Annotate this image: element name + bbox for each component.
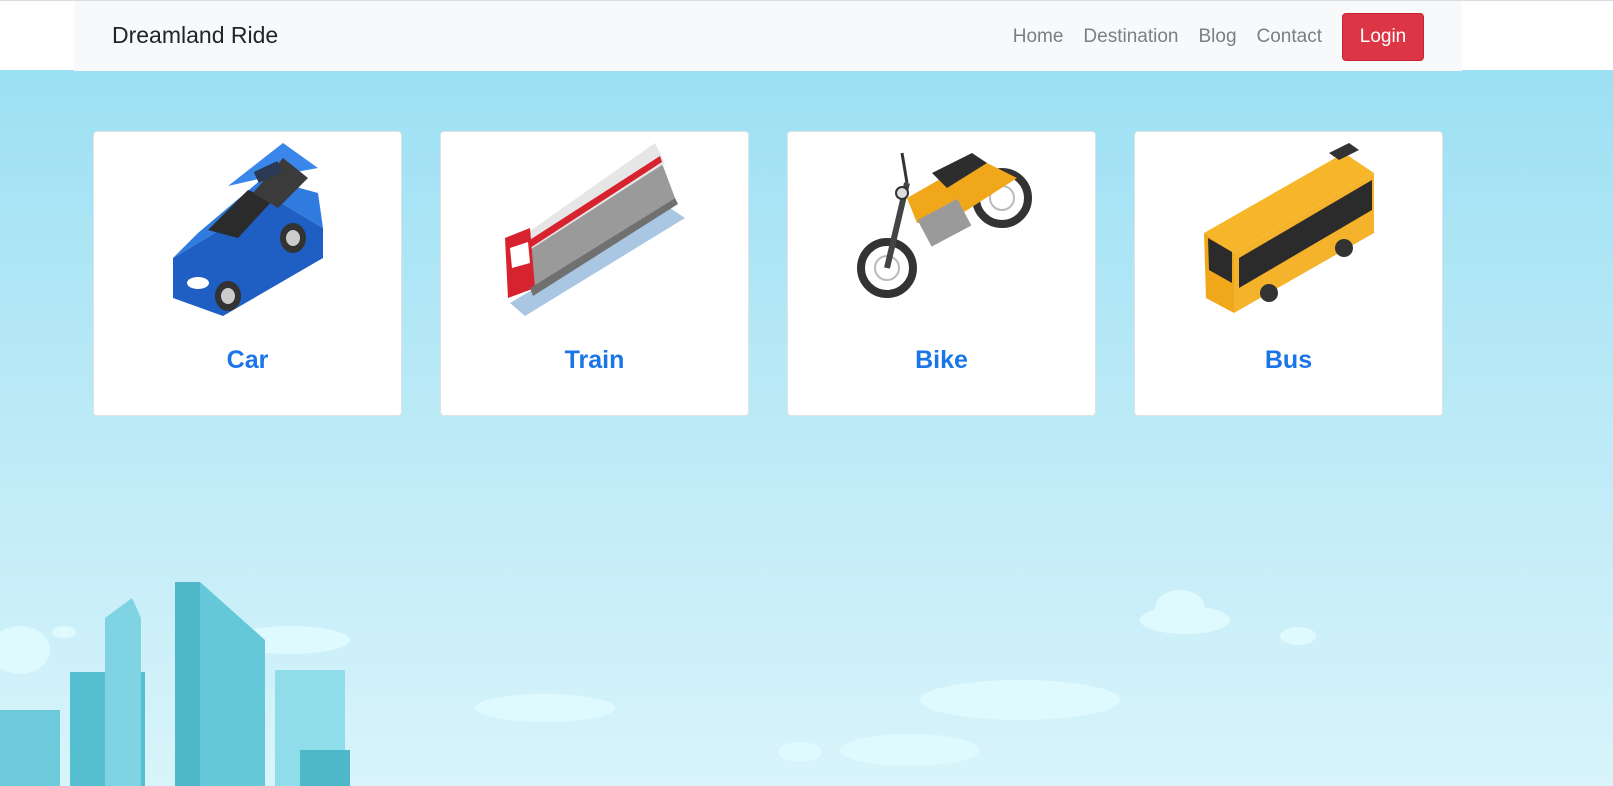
nav-blog-link[interactable]: Blog: [1198, 13, 1236, 61]
nav-contact-link[interactable]: Contact: [1257, 13, 1322, 61]
vehicle-card-bike[interactable]: Bike: [787, 131, 1096, 416]
card-title-train[interactable]: Train: [441, 346, 748, 375]
navbar: Dreamland Ride Home Destination Blog Con…: [74, 0, 1462, 71]
nav-home-link[interactable]: Home: [1013, 13, 1064, 61]
vehicle-card-train[interactable]: Train: [440, 131, 749, 416]
card-title-bus[interactable]: Bus: [1135, 346, 1442, 375]
card-title-bike[interactable]: Bike: [788, 346, 1095, 375]
vehicle-cards: Car Train Bike Bus: [93, 131, 1443, 416]
nav-destination-link[interactable]: Destination: [1083, 13, 1178, 61]
vehicle-card-car[interactable]: Car: [93, 131, 402, 416]
vehicle-card-bus[interactable]: Bus: [1134, 131, 1443, 416]
card-title-car[interactable]: Car: [94, 346, 401, 375]
brand-logo-text[interactable]: Dreamland Ride: [112, 22, 278, 49]
train-icon: [504, 143, 685, 316]
bus-icon: [1203, 143, 1374, 313]
login-button[interactable]: Login: [1342, 13, 1424, 61]
nav-links: Home Destination Blog Contact Login: [1013, 13, 1424, 61]
motorbike-icon: [856, 152, 1032, 298]
city-skyline-illustration: [0, 582, 1316, 786]
car-icon: [172, 143, 323, 316]
